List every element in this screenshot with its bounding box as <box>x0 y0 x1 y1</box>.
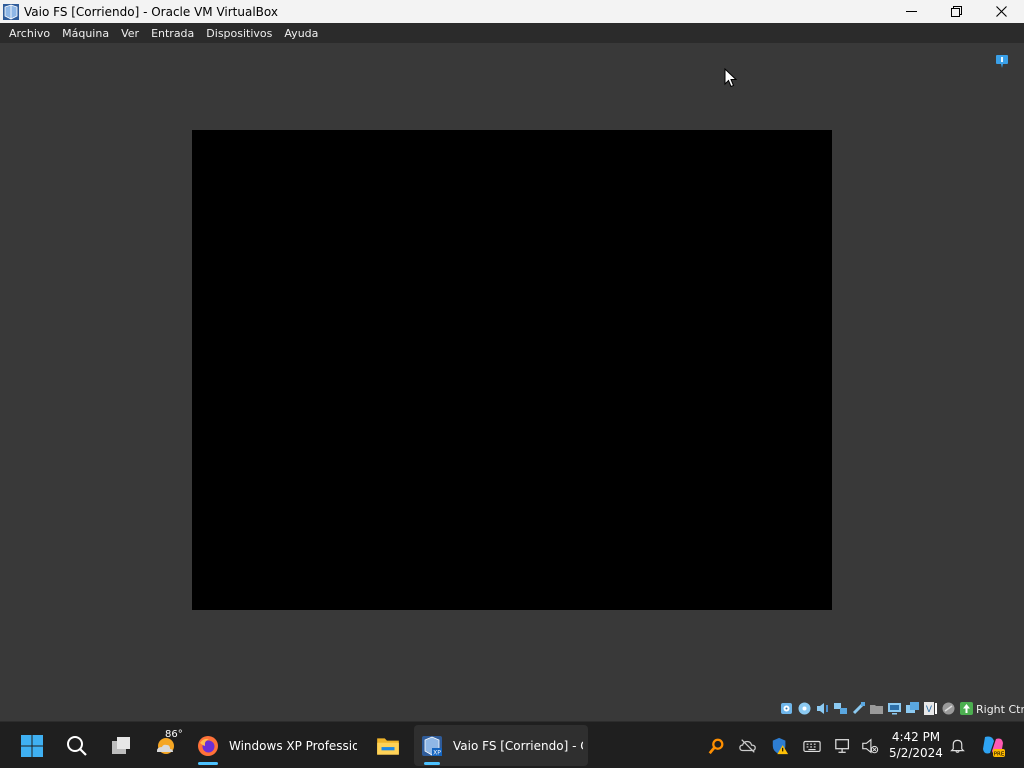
bell-icon <box>949 739 965 753</box>
network-icon[interactable] <box>833 701 848 716</box>
taskbar: 86° Windows XP Professional XP Vaio FS [… <box>0 721 1024 768</box>
key-search-icon <box>708 738 724 754</box>
weather-temperature: 86° <box>165 729 183 740</box>
virtualbox-app-icon <box>3 3 19 20</box>
active-indicator <box>424 762 440 765</box>
host-key-label: Right Ctrl <box>976 703 1024 716</box>
folder-icon <box>377 738 399 755</box>
menu-maquina[interactable]: Máquina <box>56 27 115 40</box>
windows-start-icon <box>21 735 43 757</box>
task-view-button[interactable] <box>105 726 137 766</box>
keyboard-icon <box>803 740 821 752</box>
svg-text:V: V <box>926 705 933 715</box>
clock-date: 5/2/2024 <box>889 746 943 760</box>
tray-network[interactable] <box>832 722 854 768</box>
title-bar[interactable]: Vaio FS [Corriendo] - Oracle VM VirtualB… <box>0 0 1024 23</box>
close-button[interactable] <box>979 0 1024 23</box>
vm-status-bar: V Right Ctrl <box>0 697 1024 721</box>
taskbar-app-file-explorer[interactable] <box>372 726 404 766</box>
monitor-network-icon <box>835 738 850 753</box>
search-button[interactable] <box>61 726 93 766</box>
mouse-integration-icon[interactable] <box>941 701 956 716</box>
virtualization-icon: V <box>923 701 938 716</box>
clock-time: 4:42 PM <box>891 730 941 744</box>
minimize-button[interactable] <box>889 0 934 23</box>
menu-ayuda[interactable]: Ayuda <box>278 27 324 40</box>
tray-security[interactable] <box>769 722 791 768</box>
tray-volume[interactable] <box>859 722 881 768</box>
menu-bar: Archivo Máquina Ver Entrada Dispositivos… <box>0 23 1024 43</box>
taskbar-clock[interactable]: 4:42 PM 5/2/2024 <box>884 729 948 761</box>
active-indicator <box>198 762 218 765</box>
close-icon <box>996 6 1007 17</box>
notification-button[interactable] <box>946 722 968 768</box>
svg-text:XP: XP <box>433 749 441 756</box>
firefox-icon <box>198 735 218 756</box>
host-key-icon[interactable] <box>959 701 974 716</box>
taskbar-app-firefox[interactable]: Windows XP Professional <box>190 725 360 766</box>
menu-dispositivos[interactable]: Dispositivos <box>200 27 278 40</box>
menu-archivo[interactable]: Archivo <box>3 27 56 40</box>
minimize-icon <box>906 11 917 12</box>
usb-icon[interactable] <box>851 701 866 716</box>
tray-search-app[interactable] <box>705 722 727 768</box>
restore-icon <box>951 6 962 17</box>
menu-ver[interactable]: Ver <box>115 27 145 40</box>
virtualbox-xp-icon: XP <box>422 735 442 756</box>
taskbar-app-virtualbox[interactable]: XP Vaio FS [Corriendo] - Oracle VM Virtu… <box>414 725 588 766</box>
window-title: Vaio FS [Corriendo] - Oracle VM VirtualB… <box>24 4 278 19</box>
tray-onedrive[interactable] <box>737 722 759 768</box>
search-icon <box>67 736 87 756</box>
speaker-muted-icon <box>862 737 879 754</box>
vm-display-area[interactable] <box>0 43 1024 697</box>
optical-drive-icon[interactable] <box>797 701 812 716</box>
audio-icon[interactable] <box>815 701 830 716</box>
svg-text:PRE: PRE <box>994 751 1005 757</box>
start-button[interactable] <box>16 726 48 766</box>
display-icon[interactable] <box>887 701 902 716</box>
shield-warning-icon <box>772 737 789 754</box>
copilot-button[interactable]: PRE <box>978 722 1008 768</box>
copilot-icon: PRE <box>983 736 1005 757</box>
shared-folders-icon[interactable] <box>869 701 884 716</box>
vm-screen[interactable] <box>192 130 832 610</box>
virtualbox-window-label: Vaio FS [Corriendo] - Oracle VM VirtualB… <box>453 738 583 753</box>
tray-keyboard[interactable] <box>801 722 823 768</box>
task-view-icon <box>112 737 130 754</box>
firefox-window-label: Windows XP Professional <box>229 738 357 753</box>
maximize-button[interactable] <box>934 0 979 23</box>
mouse-pointer-icon <box>724 68 738 88</box>
cloud-off-icon <box>739 738 756 753</box>
menu-entrada[interactable]: Entrada <box>145 27 200 40</box>
window-controls <box>889 0 1024 23</box>
mini-toolbar-icon[interactable] <box>994 53 1010 69</box>
hard-disk-icon[interactable] <box>779 701 794 716</box>
recording-icon[interactable] <box>905 701 920 716</box>
